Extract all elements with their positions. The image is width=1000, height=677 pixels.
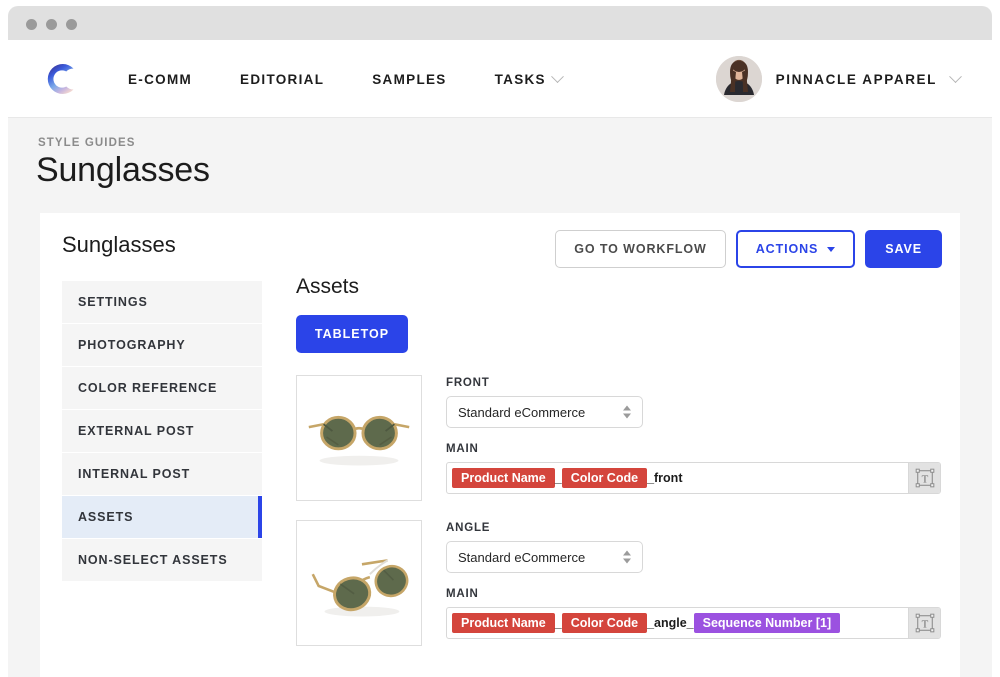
chevron-down-icon: [949, 69, 962, 83]
go-to-workflow-label: GO TO WORKFLOW: [574, 242, 707, 256]
token-product-name[interactable]: Product Name: [452, 613, 555, 633]
go-to-workflow-button[interactable]: GO TO WORKFLOW: [555, 230, 726, 268]
stepper-arrows-icon: [623, 405, 631, 419]
sidebar-item-internal-post[interactable]: INTERNAL POST: [62, 453, 262, 495]
caret-down-icon: [827, 246, 836, 252]
naming-label-angle: MAIN: [446, 588, 479, 600]
save-button[interactable]: SAVE: [865, 230, 942, 268]
asset-fields-angle: ANGLE Standard eCommerce MAIN Product Na…: [446, 520, 941, 646]
token-color-code[interactable]: Color Code: [561, 468, 648, 488]
view-label-angle: ANGLE: [446, 522, 491, 534]
token-suffix: _angle_: [647, 616, 694, 630]
assets-heading: Assets: [296, 275, 360, 298]
nav-item-editorial[interactable]: EDITORIAL: [240, 72, 324, 87]
card-action-buttons: GO TO WORKFLOW ACTIONS SAVE: [555, 230, 942, 268]
sunglasses-angle-thumbnail[interactable]: [296, 520, 422, 646]
sidebar-item-label: INTERNAL POST: [78, 467, 191, 481]
sidebar-item-color-reference[interactable]: COLOR REFERENCE: [62, 367, 262, 409]
token-list[interactable]: Product Name _ Color Code _angle_ Sequen…: [447, 608, 908, 638]
nav-item-label: EDITORIAL: [240, 71, 325, 87]
naming-input-angle[interactable]: Product Name _ Color Code _angle_ Sequen…: [446, 607, 941, 639]
svg-text:T: T: [921, 619, 928, 631]
token-separator: _: [554, 471, 562, 485]
sidebar-item-label: EXTERNAL POST: [78, 424, 195, 438]
chevron-down-icon: [551, 69, 564, 83]
avatar: [715, 56, 762, 102]
sidebar-item-label: ASSETS: [78, 510, 134, 524]
naming-input-front[interactable]: Product Name _ Color Code _front T: [446, 462, 941, 494]
close-window-button[interactable]: [26, 19, 37, 30]
nav-item-label: SAMPLES: [372, 71, 447, 87]
card-title: Sunglasses: [62, 232, 176, 257]
view-label-front: FRONT: [446, 377, 490, 389]
sidebar-item-external-post[interactable]: EXTERNAL POST: [62, 410, 262, 452]
text-box-icon[interactable]: T: [908, 463, 940, 493]
preset-select-front[interactable]: Standard eCommerce: [446, 396, 643, 428]
account-menu[interactable]: PINNACLE APPAREL: [715, 40, 962, 118]
text-box-icon[interactable]: T: [908, 608, 940, 638]
sidebar-item-settings[interactable]: SETTINGS: [62, 281, 262, 323]
assets-panel: Assets TABLETOP FRONT Standard eCommerce…: [296, 275, 941, 646]
tab-tabletop-label: TABLETOP: [314, 327, 390, 341]
app-header: E-COMM EDITORIAL SAMPLES TASKS PINNACLE …: [8, 40, 992, 118]
sidebar-item-assets[interactable]: ASSETS: [62, 496, 262, 538]
account-name: PINNACLE APPAREL: [775, 71, 937, 87]
breadcrumb[interactable]: STYLE GUIDES: [38, 137, 136, 149]
actions-button[interactable]: ACTIONS: [735, 230, 856, 268]
minimize-window-button[interactable]: [46, 19, 57, 30]
asset-row-front: FRONT Standard eCommerce MAIN Product Na…: [296, 375, 941, 501]
asset-fields-front: FRONT Standard eCommerce MAIN Product Na…: [446, 375, 941, 501]
nav-item-label: TASKS: [494, 71, 546, 87]
preset-select-value: Standard eCommerce: [458, 549, 586, 565]
naming-label-front: MAIN: [446, 443, 479, 455]
token-list[interactable]: Product Name _ Color Code _front: [447, 463, 908, 493]
nav-item-samples[interactable]: SAMPLES: [372, 72, 446, 87]
sunglasses-front-thumbnail[interactable]: [296, 375, 422, 501]
sidebar-item-non-select-assets[interactable]: NON-SELECT ASSETS: [62, 539, 262, 581]
card-sidebar: SETTINGS PHOTOGRAPHY COLOR REFERENCE EXT…: [62, 281, 262, 582]
stepper-arrows-icon: [623, 550, 631, 564]
preset-select-value: Standard eCommerce: [458, 404, 586, 420]
token-product-name[interactable]: Product Name: [452, 468, 555, 488]
browser-window: E-COMM EDITORIAL SAMPLES TASKS PINNACLE …: [0, 0, 1000, 677]
sidebar-item-photography[interactable]: PHOTOGRAPHY: [62, 324, 262, 366]
page-body: STYLE GUIDES Sunglasses Sunglasses GO TO…: [8, 118, 992, 677]
sidebar-item-label: PHOTOGRAPHY: [78, 338, 186, 352]
sidebar-item-label: NON-SELECT ASSETS: [78, 553, 228, 567]
content-card: Sunglasses GO TO WORKFLOW ACTIONS SAVE S…: [40, 213, 960, 677]
preset-select-angle[interactable]: Standard eCommerce: [446, 541, 643, 573]
tab-tabletop[interactable]: TABLETOP: [296, 315, 408, 353]
sidebar-item-label: COLOR REFERENCE: [78, 381, 218, 395]
nav-item-e-comm[interactable]: E-COMM: [128, 72, 192, 87]
window-titlebar: [8, 6, 992, 40]
token-color-code[interactable]: Color Code: [561, 613, 648, 633]
page-title: Sunglasses: [36, 151, 210, 189]
maximize-window-button[interactable]: [66, 19, 77, 30]
nav-item-label: E-COMM: [128, 71, 193, 87]
svg-text:T: T: [921, 474, 928, 486]
sidebar-item-label: SETTINGS: [78, 295, 148, 309]
brand-logo-c-icon[interactable]: [40, 57, 84, 101]
asset-row-angle: ANGLE Standard eCommerce MAIN Product Na…: [296, 520, 941, 646]
token-separator: _: [554, 616, 562, 630]
main-navigation: E-COMM EDITORIAL SAMPLES TASKS: [128, 40, 610, 118]
actions-label: ACTIONS: [755, 242, 819, 256]
save-label: SAVE: [885, 242, 922, 256]
token-sequence-number[interactable]: Sequence Number [1]: [693, 613, 841, 633]
nav-item-tasks[interactable]: TASKS: [494, 69, 564, 87]
token-suffix: _front: [647, 471, 683, 485]
